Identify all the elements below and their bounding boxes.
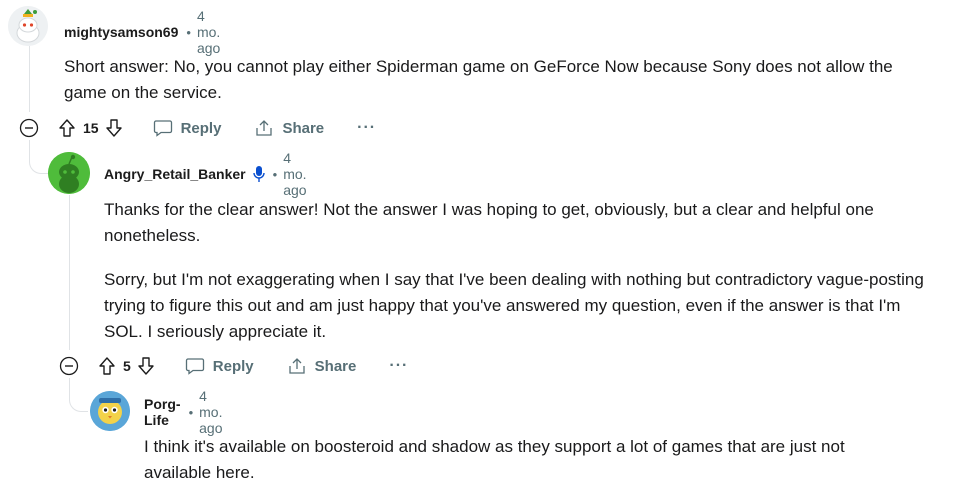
share-icon [256,120,273,136]
collapse-icon[interactable] [19,118,39,138]
share-icon [289,358,305,374]
avatar[interactable] [48,152,90,194]
comment-author[interactable]: mightysamson69 [64,24,178,40]
separator-dot: • [188,404,194,420]
reply-button[interactable]: Reply [185,357,254,375]
downvote-icon[interactable] [137,356,155,376]
thread-line [29,46,30,112]
comment-author[interactable]: Porg-Life [144,396,181,428]
vote-count: 15 [83,120,99,136]
vote-count: 5 [123,358,131,374]
avatar[interactable] [90,391,130,431]
separator-dot: • [186,24,191,40]
upvote-icon[interactable] [98,356,116,376]
comment-paragraph: I think it's available on boosteroid and… [144,437,845,482]
collapse-icon[interactable] [59,356,79,376]
snoo-avatar-icon [48,152,90,194]
comment-paragraph: Thanks for the clear answer! Not the ans… [104,200,874,245]
downvote-icon[interactable] [105,118,123,138]
more-options-button[interactable]: ··· [389,357,408,375]
comment-paragraph: Sorry, but I'm not exaggerating when I s… [104,270,924,341]
comment-timestamp[interactable]: 4 mo. ago [199,388,222,436]
comment-bubble-icon [185,358,204,375]
comment-body: Short answer: No, you cannot play either… [64,54,924,106]
comment-thread: mightysamson69 • 4 mo. ago Short answer:… [0,0,957,495]
comment-paragraph: Short answer: No, you cannot play either… [64,57,893,102]
reply-button[interactable]: Reply [153,119,221,137]
thread-connector [29,140,48,174]
avatar[interactable] [8,6,48,46]
thread-connector [69,378,88,412]
comment-actions: 5 Reply Share ··· [59,351,408,381]
share-button[interactable]: Share [287,357,356,375]
porg-avatar-icon [90,391,130,431]
upvote-icon[interactable] [58,118,76,138]
thread-line [69,195,70,350]
comment-timestamp[interactable]: 4 mo. ago [197,8,220,56]
comment-actions: 15 Reply Share ··· [19,113,376,143]
more-options-button[interactable]: ··· [357,119,376,137]
snoo-avatar-icon [8,6,48,46]
comment-bubble-icon [153,120,172,137]
microphone-icon [252,165,265,183]
comment-timestamp[interactable]: 4 mo. ago [283,150,306,198]
separator-dot: • [272,166,278,182]
share-button[interactable]: Share [254,119,324,137]
comment-author[interactable]: Angry_Retail_Banker [104,166,246,182]
